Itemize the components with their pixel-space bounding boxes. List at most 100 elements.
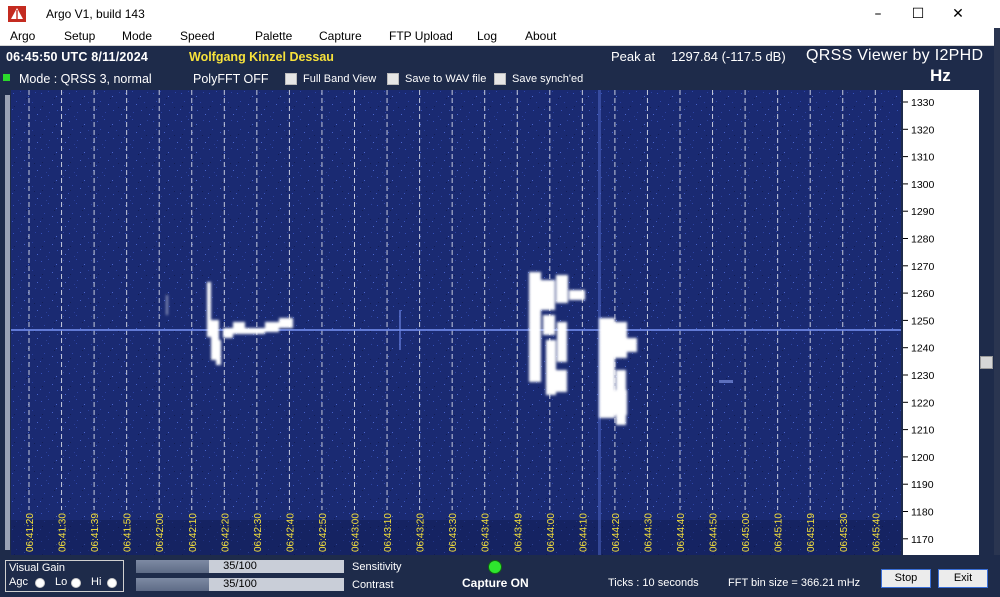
time-tick-label: 06:42:50 — [318, 513, 329, 552]
time-tick-label: 06:44:00 — [546, 513, 557, 552]
menu-mode[interactable]: Mode — [122, 29, 152, 43]
window-edge — [994, 28, 1000, 597]
time-tick-label: 06:45:30 — [839, 513, 850, 552]
time-tick-label: 06:45:10 — [774, 513, 785, 552]
faint-trace — [719, 380, 733, 383]
save-synched-label: Save synch'ed — [512, 73, 584, 85]
frequency-label: 1320 — [911, 124, 935, 136]
capture-status: Capture ON — [462, 576, 529, 590]
time-tick-label: 06:43:20 — [416, 513, 427, 552]
time-tick-label: 06:45:40 — [871, 513, 882, 552]
menu-about[interactable]: About — [525, 29, 556, 43]
contrast-label: Contrast — [352, 579, 394, 591]
time-tick-label: 06:44:50 — [709, 513, 720, 552]
maximize-button[interactable]: ☐ — [898, 2, 938, 26]
time-tick-label: 06:44:10 — [578, 513, 589, 552]
title-bar: Argo V1, build 143 – ☐ ✕ — [0, 0, 1000, 28]
peak-label: Peak at — [611, 49, 656, 64]
menu-capture[interactable]: Capture — [319, 29, 362, 43]
agc-radio[interactable] — [35, 578, 45, 588]
time-tick-label: 06:44:40 — [676, 513, 687, 552]
ticks-info: Ticks : 10 seconds — [608, 577, 699, 589]
frequency-label: 1180 — [911, 507, 934, 519]
frequency-label: 1280 — [911, 234, 935, 246]
waterfall-canvas: 06:41:20 06:41:30 06:41:39 06:41:50 06:42:00… — [11, 90, 901, 555]
time-tick-label: 06:43:49 — [513, 513, 524, 552]
sensitivity-slider[interactable]: 35/100 — [136, 560, 344, 573]
menu-speed[interactable]: Speed — [180, 29, 215, 43]
window-title: Argo V1, build 143 — [46, 7, 145, 21]
waterfall-display[interactable]: 06:41:20 06:41:30 06:41:39 06:41:50 06:42:00… — [11, 90, 901, 555]
menu-argo[interactable]: Argo — [10, 29, 35, 43]
fft-bin-info: FFT bin size = 366.21 mHz — [728, 577, 861, 589]
frequency-label: 1290 — [911, 206, 935, 218]
time-tick-label: 06:41:30 — [58, 513, 69, 552]
visual-gain-group: Visual Gain Agc Lo Hi — [5, 560, 124, 592]
right-slider-track[interactable] — [979, 90, 994, 555]
right-slider-thumb[interactable] — [980, 356, 993, 369]
sensitivity-label: Sensitivity — [352, 561, 402, 573]
frequency-label: 1270 — [911, 261, 935, 273]
time-tick-label: 06:44:30 — [643, 513, 654, 552]
time-tick-label: 06:42:00 — [155, 513, 166, 552]
argo-window: Argo V1, build 143 – ☐ ✕ Argo Setup Mode… — [0, 0, 1000, 597]
lo-radio[interactable] — [71, 578, 81, 588]
frequency-label: 1220 — [911, 397, 935, 409]
hi-label: Hi — [91, 576, 102, 588]
bottom-panel: Visual Gain Agc Lo Hi 35/100 Sensitivity… — [0, 555, 1000, 597]
time-tick-label: 06:43:30 — [448, 513, 459, 552]
time-tick-label: 06:45:00 — [741, 513, 752, 552]
menu-setup[interactable]: Setup — [64, 29, 95, 43]
lo-label: Lo — [55, 576, 68, 588]
save-wav-checkbox[interactable] — [387, 73, 399, 85]
time-tick-label: 06:41:20 — [25, 513, 36, 552]
vertical-spike — [399, 310, 401, 350]
hi-radio[interactable] — [107, 578, 117, 588]
time-tick-label: 06:43:40 — [481, 513, 492, 552]
capture-led — [488, 560, 502, 574]
left-scroll-slider[interactable] — [5, 95, 10, 550]
contrast-slider[interactable]: 35/100 — [136, 578, 344, 591]
time-tick-label: 06:44:20 — [611, 513, 622, 552]
frequency-unit: Hz — [930, 66, 951, 85]
stop-button[interactable]: Stop — [881, 569, 931, 588]
menu-log[interactable]: Log — [477, 29, 497, 43]
menu-bar: Argo Setup Mode Speed Palette Capture FT… — [0, 28, 1000, 46]
viewer-title: QRSS Viewer by I2PHD — [806, 47, 984, 64]
time-tick-label: 06:43:00 — [351, 513, 362, 552]
utc-clock: 06:45:50 UTC 8/11/2024 — [6, 50, 148, 64]
frequency-label: 1230 — [911, 370, 935, 382]
time-tick-label: 06:42:30 — [253, 513, 264, 552]
frequency-label: 1300 — [911, 179, 935, 191]
menu-ftp-upload[interactable]: FTP Upload — [389, 29, 453, 43]
polyfft-status[interactable]: PolyFFT OFF — [193, 72, 268, 86]
carrier-trace — [11, 329, 901, 331]
time-tick-label: 06:42:40 — [285, 513, 296, 552]
save-synched-checkbox[interactable] — [494, 73, 506, 85]
save-wav-label: Save to WAV file — [405, 73, 487, 85]
peak-value: 1297.84 (-117.5 dB) — [671, 49, 786, 64]
time-tick-label: 06:43:10 — [383, 513, 394, 552]
full-band-view-checkbox[interactable] — [285, 73, 297, 85]
full-band-view-label: Full Band View — [303, 73, 377, 85]
menu-palette[interactable]: Palette — [255, 29, 292, 43]
time-tick-label: 06:41:39 — [90, 513, 101, 552]
visual-gain-title: Visual Gain — [9, 562, 66, 574]
time-tick-label: 06:42:10 — [188, 513, 199, 552]
frequency-axis: 1330 1320 1310 1300 1290 1280 1270 1260 1250 1240… — [903, 90, 979, 555]
sensitivity-value: 35/100 — [223, 560, 257, 572]
mode-status: Mode : QRSS 3, normal — [19, 72, 152, 86]
time-tick-label: 06:42:20 — [220, 513, 231, 552]
argo-app-icon — [8, 6, 26, 22]
frequency-label: 1190 — [911, 479, 934, 491]
frequency-label: 1170 — [911, 534, 934, 546]
exit-button[interactable]: Exit — [938, 569, 988, 588]
close-button[interactable]: ✕ — [938, 2, 978, 26]
time-tick-label: 06:45:19 — [806, 513, 817, 552]
status-indicator — [3, 74, 10, 81]
frequency-label: 1200 — [911, 452, 935, 464]
agc-label: Agc — [9, 576, 28, 588]
frequency-scale: 1330 1320 1310 1300 1290 1280 1270 1260 1250 1240… — [903, 97, 935, 546]
frequency-label: 1240 — [911, 343, 935, 355]
minimize-button[interactable]: – — [858, 2, 898, 26]
